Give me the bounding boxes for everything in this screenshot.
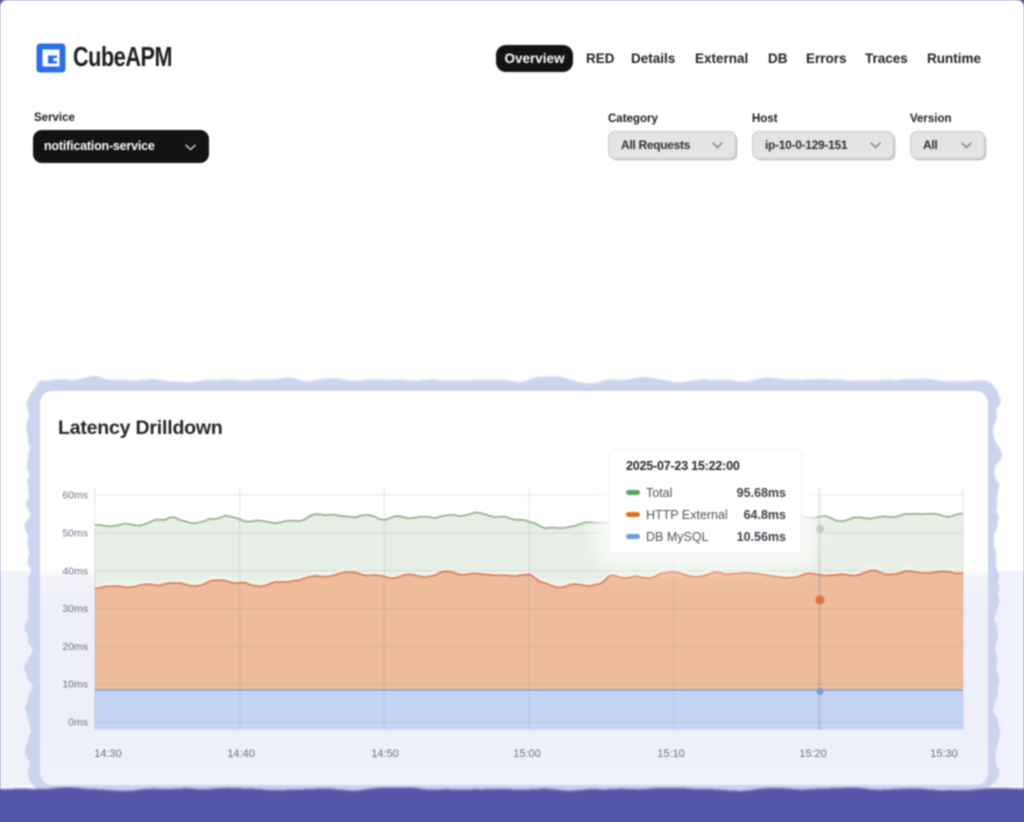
svg-text:15:10: 15:10 (657, 748, 685, 760)
svg-text:30ms: 30ms (62, 603, 88, 615)
svg-text:10ms: 10ms (62, 679, 88, 691)
svg-text:15:20: 15:20 (799, 748, 827, 760)
svg-text:15:30: 15:30 (930, 748, 958, 760)
svg-text:14:30: 14:30 (94, 748, 122, 760)
svg-text:0ms: 0ms (68, 717, 88, 729)
svg-text:20ms: 20ms (62, 641, 88, 653)
svg-text:14:50: 14:50 (371, 748, 399, 760)
svg-text:60ms: 60ms (62, 490, 88, 502)
svg-text:50ms: 50ms (62, 528, 88, 540)
svg-text:40ms: 40ms (62, 565, 88, 577)
svg-text:14:40: 14:40 (227, 748, 255, 760)
svg-text:15:00: 15:00 (513, 748, 541, 760)
